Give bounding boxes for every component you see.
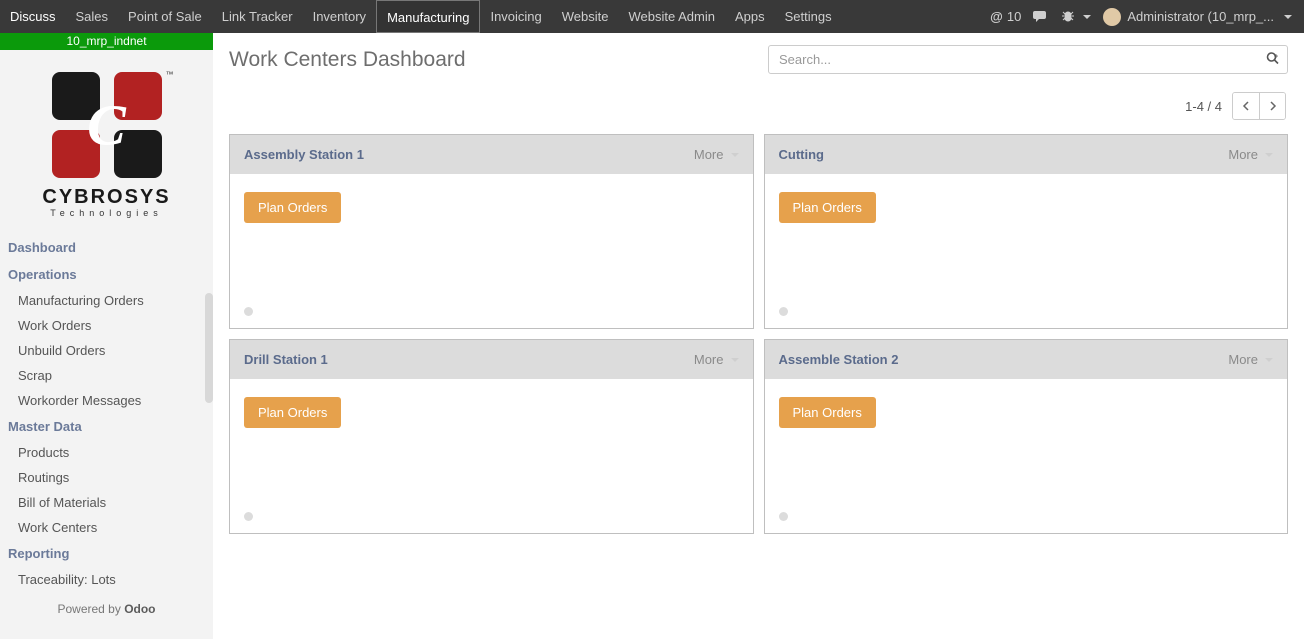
sidebar-item-bill-of-materials[interactable]: Bill of Materials <box>0 490 213 515</box>
logo-name: CYBROSYS <box>10 186 203 209</box>
sidebar-section-reporting[interactable]: Reporting <box>0 540 213 567</box>
messages-count: 10 <box>1007 9 1021 24</box>
more-dropdown[interactable]: More <box>694 147 739 162</box>
status-dot <box>779 512 788 521</box>
sidebar: 10_mrp_indnet C ™ CYBROSYS Technologies … <box>0 33 213 639</box>
database-name: 10_mrp_indnet <box>0 33 213 50</box>
chat-icon[interactable] <box>1033 10 1049 24</box>
sidebar-item-scrap[interactable]: Scrap <box>0 363 213 388</box>
workcenter-card: Assemble Station 2 More Plan Orders <box>764 339 1289 534</box>
sidebar-item-products[interactable]: Products <box>0 440 213 465</box>
search-icon[interactable]: + <box>1266 51 1280 68</box>
main-content: Work Centers Dashboard + 1-4 / 4 Assembl <box>213 33 1304 639</box>
status-dot <box>244 307 253 316</box>
user-label: Administrator (10_mrp_... <box>1127 9 1274 24</box>
nav-item-settings[interactable]: Settings <box>775 0 842 33</box>
logo: C ™ CYBROSYS Technologies <box>0 50 213 234</box>
nav-item-discuss[interactable]: Discuss <box>0 0 66 33</box>
avatar <box>1103 8 1121 26</box>
plan-orders-button[interactable]: Plan Orders <box>244 397 341 428</box>
status-dot <box>244 512 253 521</box>
nav-item-apps[interactable]: Apps <box>725 0 775 33</box>
nav-item-invoicing[interactable]: Invoicing <box>480 0 551 33</box>
plan-orders-button[interactable]: Plan Orders <box>779 192 876 223</box>
sidebar-item-unbuild-orders[interactable]: Unbuild Orders <box>0 338 213 363</box>
plan-orders-button[interactable]: Plan Orders <box>244 192 341 223</box>
nav-item-manufacturing[interactable]: Manufacturing <box>376 0 480 33</box>
nav-item-sales[interactable]: Sales <box>66 0 119 33</box>
scrollbar-thumb[interactable] <box>205 293 213 403</box>
sidebar-item-manufacturing-orders[interactable]: Manufacturing Orders <box>0 288 213 313</box>
pager-prev-button[interactable] <box>1233 93 1259 119</box>
chevron-down-icon <box>731 358 739 362</box>
sidebar-item-routings[interactable]: Routings <box>0 465 213 490</box>
chevron-down-icon <box>1265 153 1273 157</box>
page-title: Work Centers Dashboard <box>229 48 466 72</box>
workcenter-card: Drill Station 1 More Plan Orders <box>229 339 754 534</box>
nav-item-link-tracker[interactable]: Link Tracker <box>212 0 303 33</box>
sidebar-section-dashboard[interactable]: Dashboard <box>0 234 213 261</box>
svg-text:+: + <box>1274 53 1278 60</box>
sidebar-section-master-data[interactable]: Master Data <box>0 413 213 440</box>
sidebar-item-workorder-messages[interactable]: Workorder Messages <box>0 388 213 413</box>
search-input[interactable] <box>768 45 1288 74</box>
pager-next-button[interactable] <box>1259 93 1285 119</box>
workcenter-card: Assembly Station 1 More Plan Orders <box>229 134 754 329</box>
sidebar-item-work-orders[interactable]: Work Orders <box>0 313 213 338</box>
chevron-down-icon <box>1284 15 1292 19</box>
nav-item-website[interactable]: Website <box>552 0 619 33</box>
workcenter-card: Cutting More Plan Orders <box>764 134 1289 329</box>
logo-sub: Technologies <box>10 208 203 218</box>
powered-by: Powered by Odoo <box>0 592 213 620</box>
sidebar-item-traceability-lots[interactable]: Traceability: Lots <box>0 567 213 592</box>
nav-item-point-of-sale[interactable]: Point of Sale <box>118 0 212 33</box>
more-dropdown[interactable]: More <box>694 352 739 367</box>
more-dropdown[interactable]: More <box>1228 147 1273 162</box>
top-navbar: DiscussSalesPoint of SaleLink TrackerInv… <box>0 0 1304 33</box>
chevron-down-icon <box>731 153 739 157</box>
sidebar-item-work-centers[interactable]: Work Centers <box>0 515 213 540</box>
card-title[interactable]: Drill Station 1 <box>244 352 328 367</box>
more-dropdown[interactable]: More <box>1228 352 1273 367</box>
plan-orders-button[interactable]: Plan Orders <box>779 397 876 428</box>
card-title[interactable]: Assembly Station 1 <box>244 147 364 162</box>
card-title[interactable]: Assemble Station 2 <box>779 352 899 367</box>
nav-item-website-admin[interactable]: Website Admin <box>619 0 725 33</box>
debug-icon[interactable] <box>1061 10 1091 24</box>
chevron-down-icon <box>1083 15 1091 19</box>
pager-text: 1-4 / 4 <box>1185 99 1222 114</box>
card-title[interactable]: Cutting <box>779 147 824 162</box>
user-menu[interactable]: Administrator (10_mrp_... <box>1103 8 1292 26</box>
chevron-down-icon <box>1265 358 1273 362</box>
sidebar-section-operations[interactable]: Operations <box>0 261 213 288</box>
messages-indicator[interactable]: @ 10 <box>990 9 1021 24</box>
status-dot <box>779 307 788 316</box>
nav-item-inventory[interactable]: Inventory <box>303 0 376 33</box>
at-icon: @ <box>990 9 1003 24</box>
